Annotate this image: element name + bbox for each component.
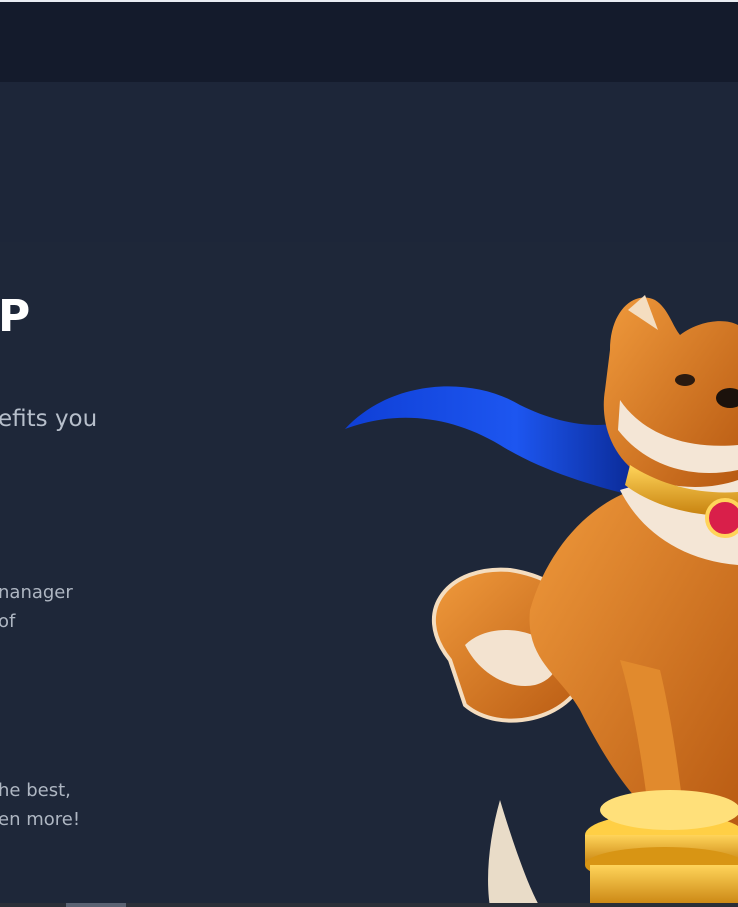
banner-strip [0, 82, 738, 242]
section-intro: efits you [0, 406, 98, 432]
benefit-line: he best, [0, 780, 71, 801]
page: P efits you nanager of he best, en more! [0, 0, 738, 907]
shiba-mascot-icon [345, 295, 738, 907]
benefit-line: en more! [0, 809, 81, 830]
scrollbar-thumb[interactable] [66, 903, 126, 907]
benefit-line: nanager [0, 582, 73, 603]
site-header [0, 2, 738, 82]
section-heading: P [0, 291, 31, 342]
benefit-line: of [0, 611, 16, 632]
benefit-paragraph: he best, en more! [0, 776, 80, 834]
benefit-paragraph: nanager of [0, 578, 73, 636]
